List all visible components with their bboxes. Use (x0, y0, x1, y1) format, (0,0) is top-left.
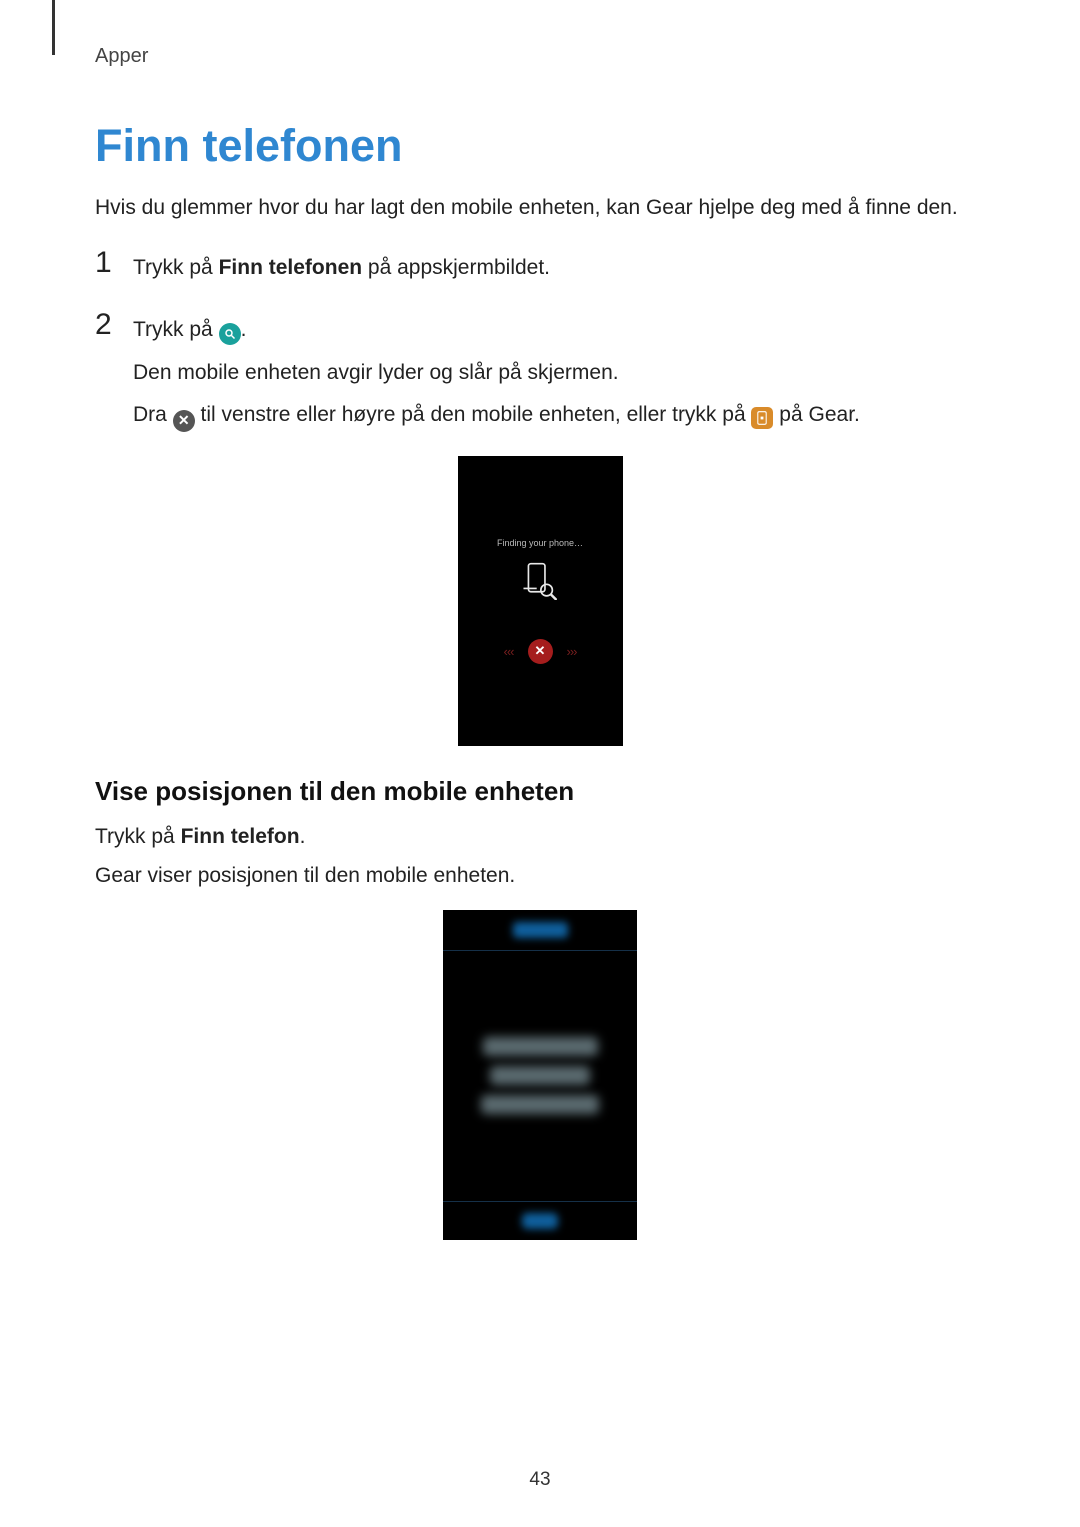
phone-stop-icon (751, 407, 773, 429)
step-body: Trykk på Finn telefonen på appskjermbild… (133, 246, 985, 295)
swipe-row: ‹‹‹ ✕ ››› (504, 639, 577, 664)
step-1: 1 Trykk på Finn telefonen på appskjermbi… (95, 246, 985, 295)
device2-top-bar (443, 910, 637, 951)
step-2: 2 Trykk på . Den mobile enheten avgir ly… (95, 308, 985, 442)
page-tab-mark (52, 0, 55, 55)
subheading: Vise posisjonen til den mobile enheten (95, 776, 985, 807)
lead-paragraph: Hvis du glemmer hvor du har lagt den mob… (95, 192, 985, 224)
chevron-left-icon: ‹‹‹ (504, 644, 514, 659)
search-icon (219, 323, 241, 345)
body-line1-after: . (300, 825, 306, 848)
blurred-address-line (490, 1066, 590, 1085)
body-line1-bold: Finn telefon (181, 825, 300, 848)
step2-line3-after: på Gear. (773, 403, 859, 426)
close-icon: ✕ (173, 410, 195, 432)
step-body: Trykk på . Den mobile enheten avgir lyde… (133, 308, 985, 442)
step2-line3-mid: til venstre eller høyre på den mobile en… (195, 403, 752, 426)
breadcrumb: Apper (95, 45, 985, 68)
manual-page: Apper Finn telefonen Hvis du glemmer hvo… (0, 0, 1080, 1527)
device2-content (481, 951, 599, 1201)
blurred-address-line (481, 1095, 599, 1114)
step2-line1-before: Trykk på (133, 318, 219, 341)
blurred-top-label (513, 922, 568, 938)
body-line1: Trykk på Finn telefon. (95, 821, 985, 853)
step-number: 1 (95, 246, 117, 278)
phone-search-icon (523, 562, 557, 605)
step-number: 2 (95, 308, 117, 340)
device-screenshot-location (443, 910, 637, 1240)
device-status-text: Finding your phone… (497, 538, 583, 548)
device-screenshot-finding: Finding your phone… ‹‹‹ ✕ ››› (458, 456, 623, 746)
step2-line1-after: . (241, 318, 247, 341)
blurred-bottom-button (522, 1213, 558, 1229)
step1-text-after: på appskjermbildet. (362, 256, 550, 279)
step1-bold: Finn telefonen (219, 256, 363, 279)
dismiss-button[interactable]: ✕ (528, 639, 553, 664)
step1-text-before: Trykk på (133, 256, 219, 279)
body-line1-before: Trykk på (95, 825, 181, 848)
device2-bottom-bar (443, 1201, 637, 1240)
blurred-address-line (483, 1037, 598, 1056)
step2-line3-before: Dra (133, 403, 173, 426)
page-title: Finn telefonen (95, 120, 985, 172)
step2-line2: Den mobile enheten avgir lyder og slår p… (133, 357, 985, 390)
body-line2: Gear viser posisjonen til den mobile enh… (95, 860, 985, 892)
chevron-right-icon: ››› (567, 644, 577, 659)
page-number: 43 (0, 1469, 1080, 1491)
